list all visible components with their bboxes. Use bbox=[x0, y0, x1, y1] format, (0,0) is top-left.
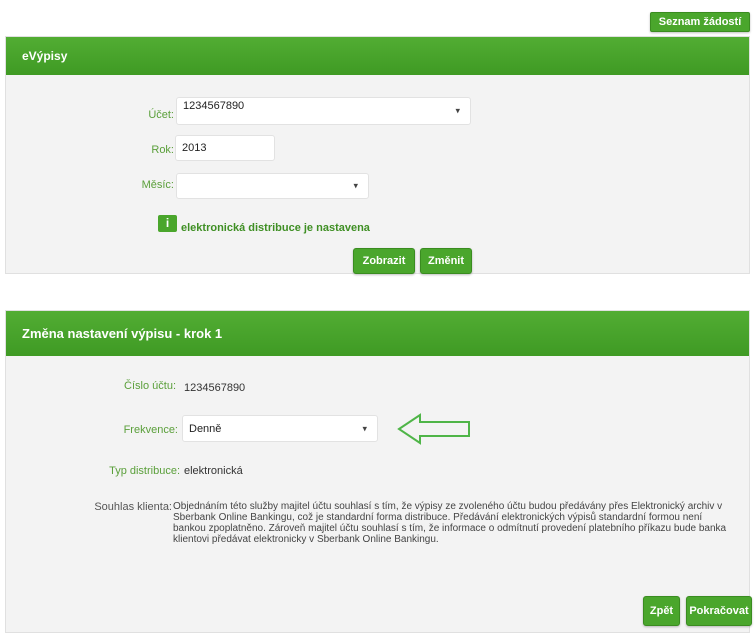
zobrazit-button[interactable]: Zobrazit bbox=[353, 248, 415, 274]
mesic-select[interactable]: ▾ bbox=[176, 173, 369, 199]
rok-input[interactable]: 2013 bbox=[175, 135, 275, 161]
souhlas-text: Objednáním této služby majitel účtu souh… bbox=[173, 501, 727, 545]
frekvence-select[interactable]: Denně ▾ bbox=[182, 415, 378, 442]
zmena-nastaveni-panel: Změna nastavení výpisu - krok 1 Číslo úč… bbox=[5, 310, 752, 633]
caret-down-icon: ▾ bbox=[353, 180, 358, 191]
frekvence-value: Denně bbox=[189, 422, 222, 435]
panel-title: Změna nastavení výpisu - krok 1 bbox=[6, 311, 749, 356]
ucet-label: Účet: bbox=[148, 109, 174, 121]
ucet-select[interactable]: 1234567890 ▾ bbox=[176, 97, 471, 125]
cislo-uctu-value: 1234567890 bbox=[184, 382, 246, 394]
info-icon: i bbox=[158, 215, 177, 232]
zmenit-button[interactable]: Změnit bbox=[420, 248, 472, 274]
arrow-left-outline-icon bbox=[397, 413, 470, 445]
info-text: elektronická distribuce je nastavena bbox=[181, 222, 370, 234]
mesic-label: Měsíc: bbox=[141, 179, 174, 191]
typ-distribuce-label: Typ distribuce: bbox=[109, 465, 180, 477]
typ-distribuce-value: elektronická bbox=[184, 465, 243, 477]
souhlas-label: Souhlas klienta: bbox=[94, 501, 172, 513]
caret-down-icon: ▾ bbox=[362, 423, 367, 433]
rok-label: Rok: bbox=[151, 144, 174, 156]
seznam-zadosti-button[interactable]: Seznam žádostí bbox=[650, 12, 750, 32]
pokracovat-button[interactable]: Pokračovat bbox=[686, 596, 752, 626]
zpet-button[interactable]: Zpět bbox=[643, 596, 680, 626]
caret-down-icon: ▾ bbox=[455, 105, 460, 116]
rok-value: 2013 bbox=[182, 142, 207, 154]
evypisy-panel: eVýpisy Účet: 1234567890 ▾ Rok: 2013 Měs… bbox=[5, 36, 750, 274]
ucet-value: 1234567890 bbox=[183, 100, 245, 112]
cislo-uctu-label: Číslo účtu: bbox=[124, 380, 176, 392]
frekvence-label: Frekvence: bbox=[123, 424, 178, 436]
panel-title: eVýpisy bbox=[6, 37, 749, 75]
